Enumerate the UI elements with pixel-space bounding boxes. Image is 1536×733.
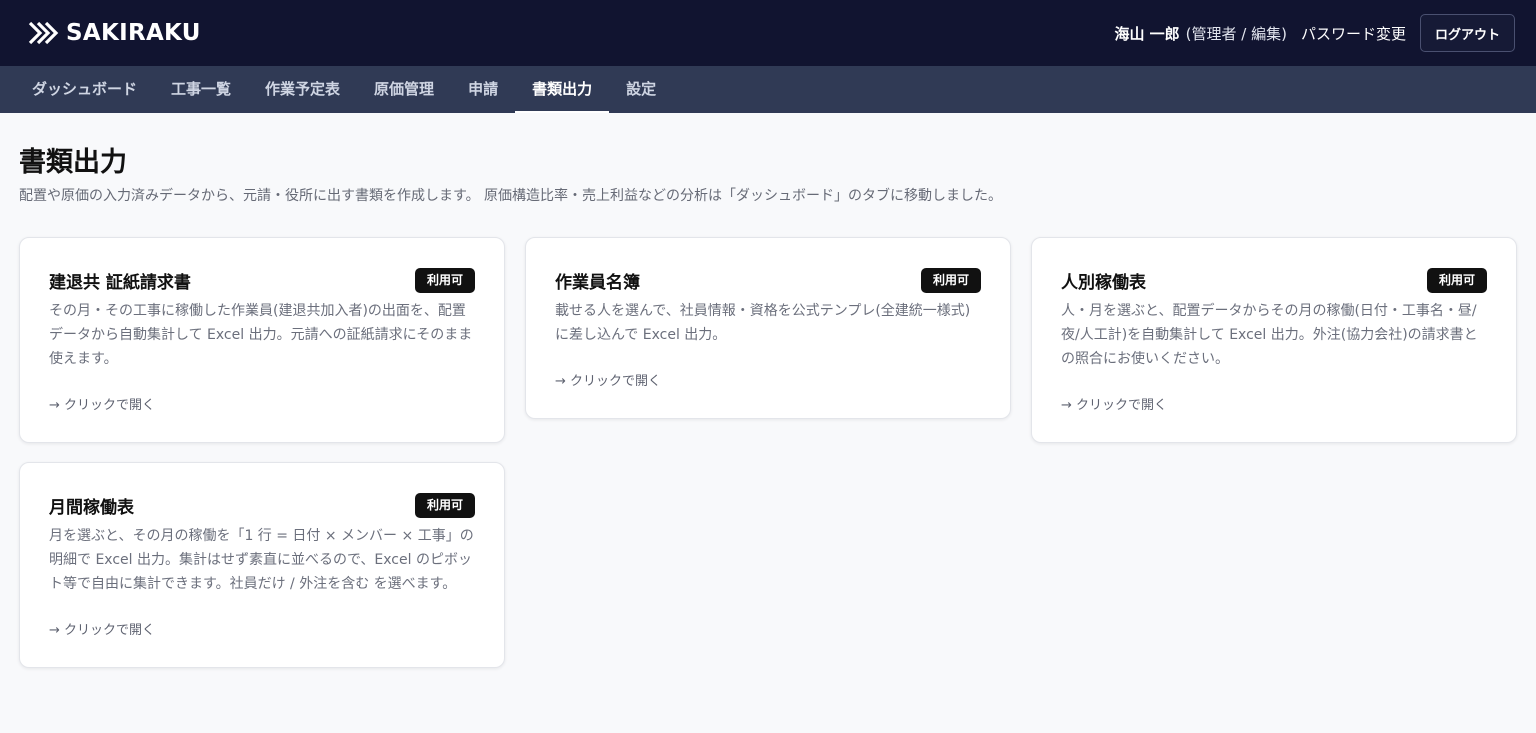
card-header: 月間稼働表 利用可 bbox=[49, 492, 475, 518]
card-open-link[interactable]: → クリックで開く bbox=[1061, 397, 1487, 415]
card-open-link[interactable]: → クリックで開く bbox=[49, 397, 475, 415]
card-title: 建退共 証紙請求書 bbox=[49, 272, 191, 293]
card-title: 月間稼働表 bbox=[49, 497, 134, 518]
card-title: 人別稼働表 bbox=[1061, 272, 1146, 293]
user-area: 海山 一郎 (管理者 / 編集) パスワード変更 ログアウト bbox=[1114, 14, 1515, 52]
tab-project-list[interactable]: 工事一覧 bbox=[154, 66, 248, 113]
status-badge: 利用可 bbox=[414, 267, 475, 293]
status-badge: 利用可 bbox=[414, 492, 475, 518]
tab-cost-management[interactable]: 原価管理 bbox=[357, 66, 451, 113]
status-badge: 利用可 bbox=[1426, 267, 1487, 293]
card-header: 作業員名簿 利用可 bbox=[555, 267, 981, 293]
logout-button[interactable]: ログアウト bbox=[1419, 14, 1515, 52]
card-construction-retirement-stamp-request[interactable]: 建退共 証紙請求書 利用可 その月・その工事に稼働した作業員(建退共加入者)の出… bbox=[19, 237, 505, 443]
card-header: 人別稼働表 利用可 bbox=[1061, 267, 1487, 293]
card-open-link[interactable]: → クリックで開く bbox=[555, 373, 981, 391]
tab-work-schedule[interactable]: 作業予定表 bbox=[248, 66, 357, 113]
card-description: 月を選ぶと、その月の稼働を「1 行 = 日付 × メンバー × 工事」の明細で … bbox=[49, 528, 474, 592]
change-password-link[interactable]: パスワード変更 bbox=[1301, 23, 1406, 44]
card-worker-roster[interactable]: 作業員名簿 利用可 載せる人を選んで、社員情報・資格を公式テンプレ(全建統一様式… bbox=[525, 237, 1011, 419]
main-content: 書類出力 配置や原価の入力済みデータから、元請・役所に出す書類を作成します。 原… bbox=[0, 146, 1536, 668]
double-chevron-logo-icon bbox=[28, 21, 59, 45]
user-role: (管理者 / 編集) bbox=[1185, 24, 1287, 43]
user-name: 海山 一郎 bbox=[1114, 24, 1180, 43]
card-open-link[interactable]: → クリックで開く bbox=[49, 622, 475, 640]
tab-document-output[interactable]: 書類出力 bbox=[515, 66, 610, 113]
tab-settings[interactable]: 設定 bbox=[609, 66, 673, 113]
brand-name: SAKIRAKU bbox=[66, 20, 201, 46]
brand[interactable]: SAKIRAKU bbox=[28, 19, 201, 47]
card-header: 建退共 証紙請求書 利用可 bbox=[49, 267, 475, 293]
page-title: 書類出力 bbox=[19, 147, 127, 178]
card-description: 載せる人を選んで、社員情報・資格を公式テンプレ(全建統一様式)に差し込んで Ex… bbox=[555, 303, 971, 343]
main-nav: ダッシュボード 工事一覧 作業予定表 原価管理 申請 書類出力 設定 bbox=[0, 66, 1536, 113]
card-monthly-utilization[interactable]: 月間稼働表 利用可 月を選ぶと、その月の稼働を「1 行 = 日付 × メンバー … bbox=[19, 462, 505, 668]
card-title: 作業員名簿 bbox=[555, 272, 640, 293]
page-description: 配置や原価の入力済みデータから、元請・役所に出す書類を作成します。 原価構造比率… bbox=[19, 188, 1003, 204]
tab-applications[interactable]: 申請 bbox=[451, 66, 515, 113]
card-per-person-utilization[interactable]: 人別稼働表 利用可 人・月を選ぶと、配置データからその月の稼働(日付・工事名・昼… bbox=[1031, 237, 1517, 443]
document-card-grid: 建退共 証紙請求書 利用可 その月・その工事に稼働した作業員(建退共加入者)の出… bbox=[19, 237, 1517, 668]
card-description: その月・その工事に稼働した作業員(建退共加入者)の出面を、配置データから自動集計… bbox=[49, 303, 473, 367]
user-info: 海山 一郎 (管理者 / 編集) bbox=[1114, 23, 1287, 44]
tab-dashboard[interactable]: ダッシュボード bbox=[15, 66, 154, 113]
top-bar: SAKIRAKU 海山 一郎 (管理者 / 編集) パスワード変更 ログアウト bbox=[0, 0, 1536, 66]
card-description: 人・月を選ぶと、配置データからその月の稼働(日付・工事名・昼/夜/人工計)を自動… bbox=[1061, 303, 1478, 367]
status-badge: 利用可 bbox=[920, 267, 981, 293]
